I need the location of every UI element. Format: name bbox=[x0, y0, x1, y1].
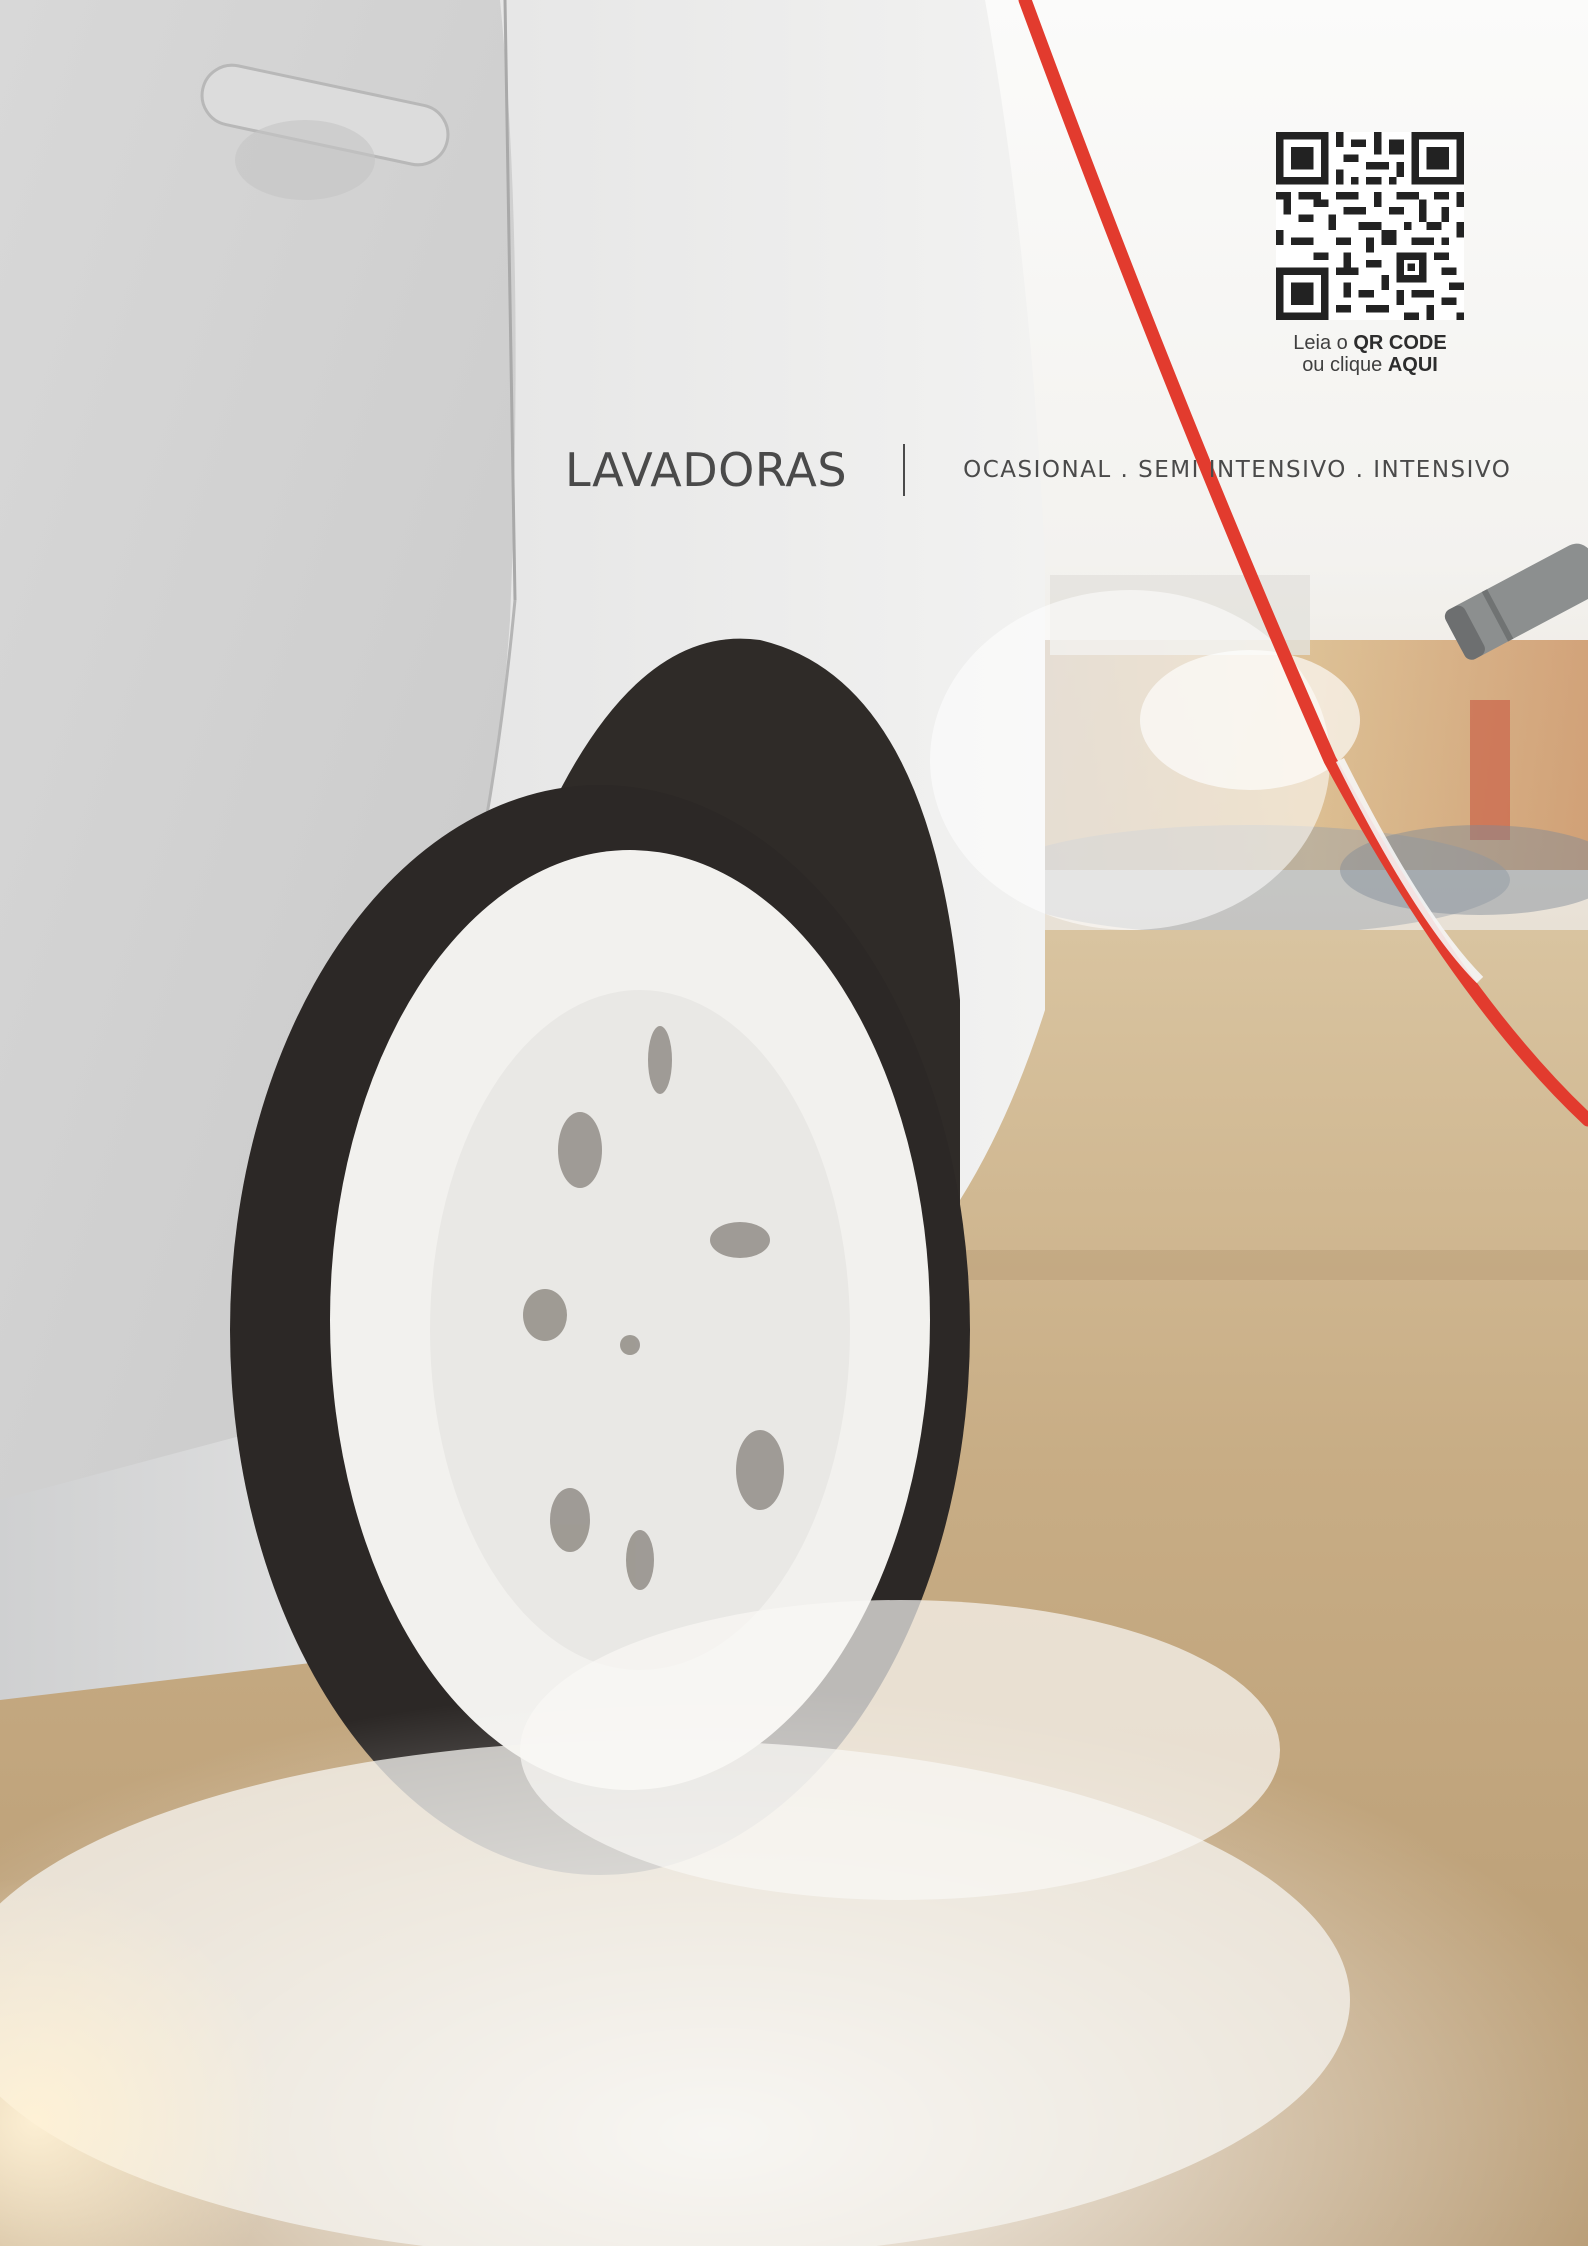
page: Leia o QR CODE ou clique AQUI LAVADORAS … bbox=[0, 0, 1588, 2246]
qr-caption[interactable]: Leia o QR CODE ou clique AQUI bbox=[1268, 332, 1472, 376]
page-title: LAVADORAS bbox=[565, 443, 848, 497]
page-heading: LAVADORAS OCASIONAL . SEMI INTENSIVO . I… bbox=[565, 440, 1511, 500]
qr-block[interactable]: Leia o QR CODE ou clique AQUI bbox=[1268, 132, 1472, 376]
click-here-link: AQUI bbox=[1387, 354, 1438, 376]
title-divider bbox=[903, 444, 906, 496]
qr-caption-line2[interactable]: ou clique AQUI bbox=[1268, 354, 1472, 376]
qr-caption-line1: Leia o QR CODE bbox=[1293, 332, 1447, 354]
qr-code-icon[interactable] bbox=[1276, 132, 1464, 320]
page-subtitle: OCASIONAL . SEMI INTENSIVO . INTENSIVO bbox=[963, 457, 1512, 483]
